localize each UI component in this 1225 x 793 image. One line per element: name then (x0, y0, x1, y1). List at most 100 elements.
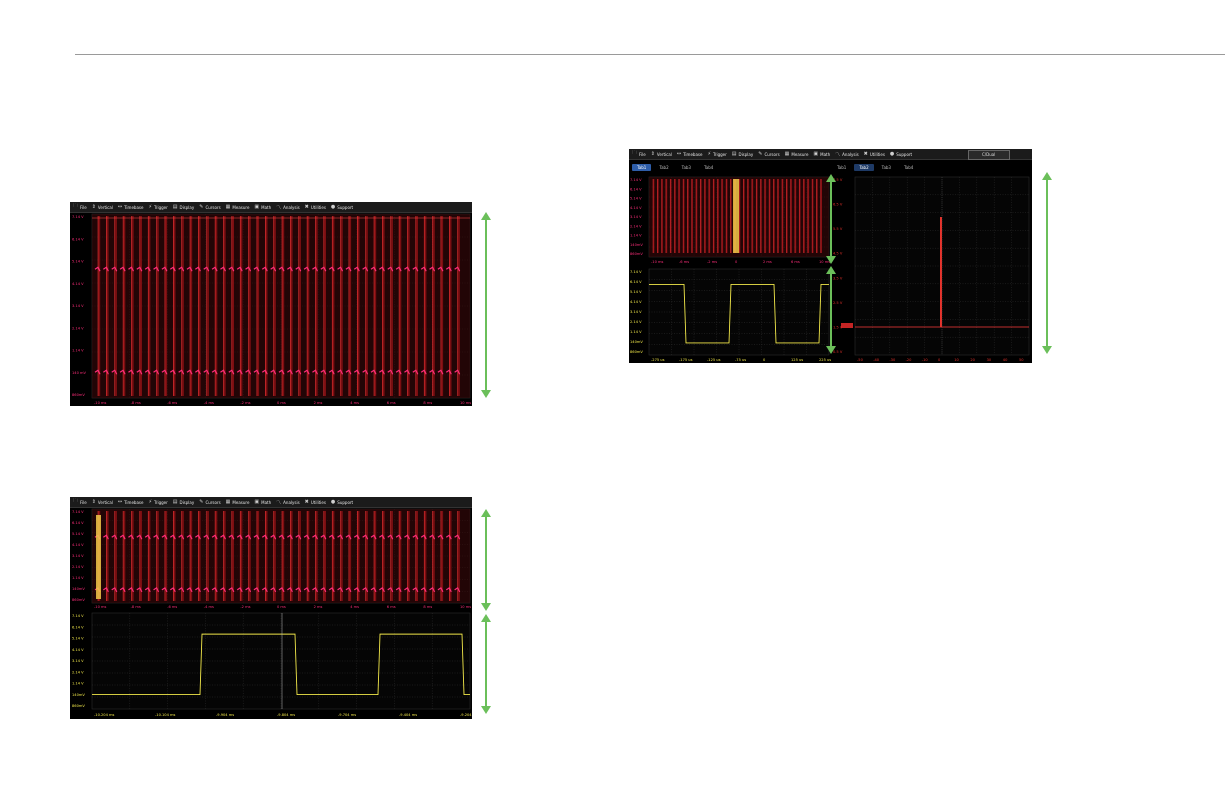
menu-cursors[interactable]: ✎ Cursors (199, 499, 220, 505)
menu-timebase[interactable]: ↔ Timebase (118, 499, 144, 505)
vertical-icon: ⇕ (91, 204, 96, 210)
time-tick-label: 50 (1019, 358, 1024, 362)
cursors-icon: ✎ (758, 151, 763, 157)
menu-support[interactable]: ● Support (331, 204, 353, 210)
time-tick-label: -9.704 ms (338, 713, 356, 717)
time-tick-label: -40 (873, 358, 880, 362)
menu-label: Math (261, 204, 272, 210)
time-tick-label: 10 ms (460, 401, 471, 405)
volt-tick-label: 4.14 V (72, 648, 84, 652)
pulse-bar (365, 216, 368, 396)
menu-trigger[interactable]: ⚡ Trigger (707, 151, 726, 157)
utilities-icon: ✖ (304, 204, 309, 210)
pulse-bar (156, 216, 159, 396)
menu-support[interactable]: ● Support (890, 151, 912, 157)
menu-label: Utilities (310, 499, 326, 505)
utilities-icon: ✖ (304, 499, 309, 505)
pulse-bar (399, 216, 402, 396)
menu-support[interactable]: ● Support (331, 499, 353, 505)
volt-tick-label: 860mV (72, 598, 85, 602)
pulse-bar (173, 216, 176, 396)
trigger-icon: ⚡ (707, 151, 711, 157)
menu-cursors[interactable]: ✎ Cursors (758, 151, 779, 157)
menu-utilities[interactable]: ✖ Utilities (305, 499, 326, 505)
channel-marker (841, 323, 853, 328)
menu-label: Measure (232, 204, 250, 210)
menu-vertical[interactable]: ⇕ Vertical (92, 499, 113, 505)
time-tick-label: -8 ms (131, 401, 141, 405)
volt-tick-label: 2.14 V (72, 565, 84, 569)
menu-measure[interactable]: ▦ Measure (785, 151, 809, 157)
menu-utilities[interactable]: ✖ Utilities (864, 151, 885, 157)
menu-label: Display (738, 151, 754, 157)
menu-analysis[interactable]: 〽 Analysis (276, 499, 300, 506)
volt-tick-label: 140mV (72, 587, 85, 591)
menu-label: Vertical (656, 151, 672, 157)
tab-tab3[interactable]: Tab3 (877, 164, 896, 171)
time-tick-label: -8 ms (131, 605, 141, 609)
menu-vertical[interactable]: ⇕ Vertical (651, 151, 672, 157)
menu-file[interactable]: 🗀 File (632, 150, 646, 158)
volt-tick-label: 5.14 V (72, 260, 84, 264)
menu-label: Cursors (205, 499, 221, 505)
menu-display[interactable]: ▤ Display (173, 204, 194, 210)
timebase-icon: ↔ (117, 499, 123, 505)
tab-tab2[interactable]: Tab2 (854, 164, 874, 171)
volt-tick-label: 4.14 V (630, 300, 642, 304)
measure-icon: ▦ (784, 151, 790, 157)
volt-tick-label: 860mV (630, 252, 643, 256)
menu-timebase[interactable]: ↔ Timebase (118, 204, 144, 210)
tab-tab4[interactable]: Tab4 (699, 164, 718, 171)
menu-label: Measure (232, 499, 250, 505)
tab-tab1[interactable]: Tab1 (832, 164, 851, 171)
pulse-bar (231, 216, 235, 396)
menu-timebase[interactable]: ↔ Timebase (677, 151, 703, 157)
time-tick-label: 8 ms (423, 401, 432, 405)
menu-cursors[interactable]: ✎ Cursors (199, 204, 220, 210)
pulse-bar (215, 216, 218, 396)
time-tick-label: -2 ms (240, 401, 250, 405)
menu-measure[interactable]: ▦ Measure (226, 499, 250, 505)
time-tick-label: 10 (954, 358, 959, 362)
menu-math[interactable]: ▣ Math (254, 499, 271, 505)
volt-tick-label: 860mV (72, 393, 85, 397)
analysis-icon: 〽 (276, 204, 282, 211)
volt-tick-label: 2.14 V (630, 320, 642, 324)
waveform-area: 7.14 V 6.14 V 5.14 V 4.14 V 3.14 V 2.14 V 1.14… (72, 213, 471, 405)
tab-tab2[interactable]: Tab2 (654, 164, 673, 171)
menu-label: Analysis (842, 151, 859, 157)
pulse-bar (382, 216, 385, 396)
time-tick-label: 2 ms (314, 605, 323, 609)
menu-analysis[interactable]: 〽 Analysis (276, 204, 300, 211)
menu-utilities[interactable]: ✖ Utilities (305, 204, 326, 210)
tab-tab1[interactable]: Tab1 (632, 164, 652, 171)
menu-label: Analysis (283, 204, 300, 210)
volt-tick-label: 6.14 V (72, 521, 84, 525)
menu-file[interactable]: 🗀 File (73, 498, 87, 506)
menu-math[interactable]: ▣ Math (254, 204, 271, 210)
time-tick-label: 0 ms (277, 605, 286, 609)
menu-vertical[interactable]: ⇕ Vertical (92, 204, 113, 210)
pulse-bar (298, 216, 301, 396)
menu-display[interactable]: ▤ Display (732, 151, 753, 157)
menu-analysis[interactable]: 〽 Analysis (835, 151, 859, 158)
pulse-bar (223, 216, 226, 396)
menu-trigger[interactable]: ⚡ Trigger (148, 204, 167, 210)
pulse-bar (424, 216, 427, 396)
pulse-bar (248, 216, 251, 396)
menu-display[interactable]: ▤ Display (173, 499, 194, 505)
volt-tick-label: 7.14 V (72, 215, 84, 219)
time-tick-label: -4 ms (204, 605, 214, 609)
menu-trigger[interactable]: ⚡ Trigger (148, 499, 167, 505)
time-tick-label: -6 ms (167, 605, 177, 609)
tab-tab4[interactable]: Tab4 (899, 164, 918, 171)
pulse-bar (407, 216, 410, 396)
menu-label: Timebase (124, 499, 144, 505)
tab-tab3[interactable]: Tab3 (677, 164, 696, 171)
menu-file[interactable]: 🗀 File (73, 203, 87, 211)
menu-math[interactable]: ▣ Math (813, 151, 830, 157)
math-icon: ▣ (813, 151, 819, 157)
pulse-bar (282, 216, 285, 396)
menu-measure[interactable]: ▦ Measure (226, 204, 250, 210)
time-tick-label: 6 ms (387, 401, 396, 405)
